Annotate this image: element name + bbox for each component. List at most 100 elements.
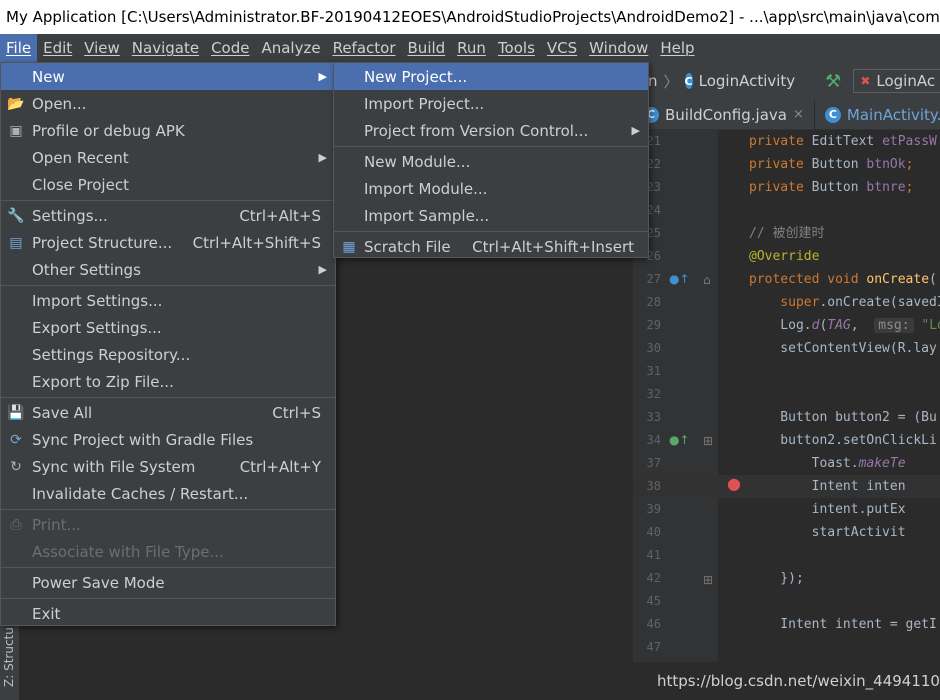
tab-mainactivity[interactable]: C MainActivity.j (815, 100, 940, 130)
line-number: 38 (646, 479, 661, 493)
code-line[interactable]: 39 intent.putEx (633, 498, 940, 521)
menu-item-label: Invalidate Caches / Restart... (32, 484, 249, 503)
menu-file[interactable]: File (0, 34, 38, 62)
editor-tabs: C BuildConfig.java × C MainActivity.j (633, 99, 940, 130)
menu-item-sync-filesystem[interactable]: ↻ Sync with File System Ctrl+Alt+Y (1, 453, 335, 480)
code-line[interactable]: 30 setContentView(R.lay (633, 337, 940, 360)
menu-separator (1, 598, 335, 599)
line-number: 42 (646, 571, 661, 585)
code-line[interactable]: 25// 被创建时 (633, 222, 940, 245)
run-configuration-label: LoginAc (876, 72, 936, 90)
menu-vcs[interactable]: VCS (541, 34, 583, 62)
code-line[interactable]: 22 private Button btnOk; (633, 153, 940, 176)
menu-code[interactable]: Code (205, 34, 255, 62)
menu-edit[interactable]: Edit (37, 34, 78, 62)
code-line[interactable]: 40 startActivit (633, 521, 940, 544)
menu-item-export-settings[interactable]: Export Settings... (1, 314, 335, 341)
menu-item-invalidate-caches[interactable]: Invalidate Caches / Restart... (1, 480, 335, 507)
menu-item-open[interactable]: 📂 Open... (1, 90, 335, 117)
code-line[interactable]: 41 (633, 544, 940, 567)
code-line[interactable]: 33 Button button2 = (Bu (633, 406, 940, 429)
menu-item-new[interactable]: New ▶ (1, 63, 335, 90)
menu-item-label: Export to Zip File... (32, 372, 174, 391)
line-number: 45 (646, 594, 661, 608)
window-title-bar: My Application [C:\Users\Administrator.B… (0, 0, 940, 34)
menu-item-scratch-file[interactable]: ▦ Scratch File Ctrl+Alt+Shift+Insert (334, 233, 648, 260)
code-line[interactable]: 28 super.onCreate(savedI (633, 291, 940, 314)
menu-item-open-recent[interactable]: Open Recent ▶ (1, 144, 335, 171)
menu-item-other-settings[interactable]: Other Settings ▶ (1, 256, 335, 283)
build-hammer-icon[interactable]: ⚒ (825, 71, 841, 92)
menu-view[interactable]: View (78, 34, 126, 62)
menu-item-import-settings[interactable]: Import Settings... (1, 287, 335, 314)
menu-item-print: ⎙ Print... (1, 511, 335, 538)
menu-item-project-from-vcs[interactable]: Project from Version Control... ▶ (334, 117, 648, 144)
line-number: 40 (646, 525, 661, 539)
menu-item-label: Sync with File System (32, 457, 196, 476)
menu-item-label: Associate with File Type... (32, 542, 224, 561)
menu-run[interactable]: Run (451, 34, 492, 62)
menu-refactor[interactable]: Refactor (327, 34, 402, 62)
menu-item-import-module[interactable]: Import Module... (334, 175, 648, 202)
fold-expand-icon[interactable]: ⊞ (703, 573, 713, 587)
code-line[interactable]: 37 Toast.makeTe (633, 452, 940, 475)
menu-window[interactable]: Window (583, 34, 654, 62)
tab-buildconfig[interactable]: C BuildConfig.java × (633, 99, 815, 130)
breadcrumb-class[interactable]: LoginActivity (699, 72, 796, 90)
menu-navigate[interactable]: Navigate (126, 34, 205, 62)
code-line[interactable]: 46 Intent intent = getI (633, 613, 940, 636)
menu-item-import-sample[interactable]: Import Sample... (334, 202, 648, 229)
menu-tools[interactable]: Tools (492, 34, 541, 62)
code-text: protected void onCreate( (749, 272, 937, 287)
menu-item-save-all[interactable]: 💾 Save All Ctrl+S (1, 399, 335, 426)
code-line[interactable]: 26 @Override (633, 245, 940, 268)
menu-analyze[interactable]: Analyze (255, 34, 326, 62)
code-text: intent.putEx (749, 502, 906, 517)
code-line[interactable]: 21 private EditText etPassW (633, 130, 940, 153)
fold-icon[interactable]: ⌂ (703, 273, 711, 287)
menu-item-settings[interactable]: 🔧 Settings... Ctrl+Alt+S (1, 202, 335, 229)
code-line[interactable]: 31 (633, 360, 940, 383)
code-line[interactable]: 47 (633, 636, 940, 659)
menu-item-label: Export Settings... (32, 318, 162, 337)
override-method-icon[interactable]: ●↑ (669, 272, 690, 286)
line-number: 33 (646, 410, 661, 424)
breadcrumb-tail[interactable]: n (648, 72, 658, 90)
menu-item-settings-repository[interactable]: Settings Repository... (1, 341, 335, 368)
menu-item-profile-apk[interactable]: ▣ Profile or debug APK (1, 117, 335, 144)
menu-item-label: Scratch File (364, 237, 451, 256)
code-line[interactable]: 45 (633, 590, 940, 613)
menu-separator (334, 231, 648, 232)
menu-item-export-zip[interactable]: Export to Zip File... (1, 368, 335, 395)
code-text: button2.setOnClickLi (749, 433, 937, 448)
menu-build[interactable]: Build (402, 34, 452, 62)
code-line[interactable]: 24 (633, 199, 940, 222)
menu-item-sync-gradle[interactable]: ⟳ Sync Project with Gradle Files (1, 426, 335, 453)
menu-help[interactable]: Help (654, 34, 700, 62)
menu-item-new-project[interactable]: New Project... (334, 63, 648, 90)
menu-item-close-project[interactable]: Close Project (1, 171, 335, 198)
submenu-arrow-icon: ▶ (318, 151, 327, 164)
fold-expand-icon[interactable]: ⊞ (703, 434, 713, 448)
structure-tool-tab[interactable]: Z: Structu (2, 627, 16, 687)
implementing-method-icon[interactable]: ●↑ (669, 433, 690, 447)
menu-item-exit[interactable]: Exit (1, 600, 335, 627)
class-icon: C (684, 73, 693, 89)
close-tab-icon[interactable]: × (793, 107, 804, 122)
menu-item-label: Import Settings... (32, 291, 163, 310)
code-line[interactable]: 38 Intent inten (633, 475, 940, 498)
menu-item-import-project[interactable]: Import Project... (334, 90, 648, 117)
menu-item-label: Settings Repository... (32, 345, 191, 364)
code-line[interactable]: 42 }); (633, 567, 940, 590)
shortcut-label: Ctrl+Alt+S (239, 206, 321, 225)
code-line[interactable]: 23 private Button btnre; (633, 176, 940, 199)
submenu-arrow-icon: ▶ (631, 124, 640, 137)
menu-item-label: Close Project (32, 175, 129, 194)
code-line[interactable]: 29 Log.d(TAG, msg: "Lo (633, 314, 940, 337)
menu-item-new-module[interactable]: New Module... (334, 148, 648, 175)
error-bulb-icon[interactable]: ● (727, 474, 741, 493)
menu-item-power-save[interactable]: Power Save Mode (1, 569, 335, 596)
run-configuration-select[interactable]: ✖ LoginAc (853, 69, 940, 93)
code-line[interactable]: 32 (633, 383, 940, 406)
menu-item-project-structure[interactable]: ▤ Project Structure... Ctrl+Alt+Shift+S (1, 229, 335, 256)
